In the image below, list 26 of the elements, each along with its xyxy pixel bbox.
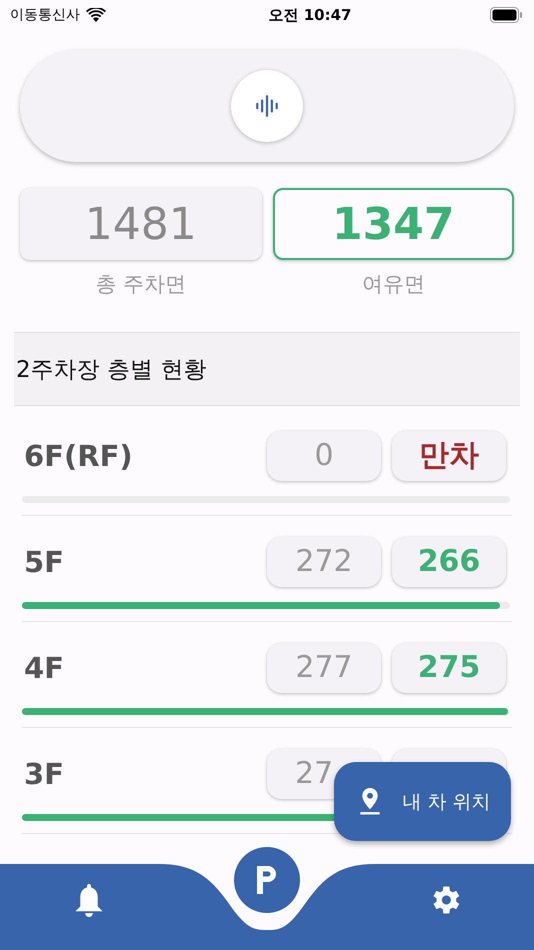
available-spaces-label: 여유면 bbox=[362, 271, 425, 298]
available-spaces-value: 1347 bbox=[272, 188, 514, 260]
location-pin-icon bbox=[360, 788, 380, 815]
status-time: 오전 10:47 bbox=[268, 6, 352, 24]
parking-p-icon bbox=[255, 864, 279, 896]
floor-name: 4F bbox=[23, 650, 65, 684]
floor-total-count: 0 bbox=[267, 430, 381, 480]
floor-available-count: 만차 bbox=[392, 430, 506, 480]
floor-total-count: 277 bbox=[267, 642, 381, 692]
floor-total-count: 272 bbox=[267, 536, 381, 586]
sound-wave-icon bbox=[254, 93, 280, 119]
wifi-icon bbox=[86, 8, 106, 22]
floor-name: 3F bbox=[23, 756, 65, 790]
section-title: 2주차장 층별 현황 bbox=[15, 356, 206, 384]
voice-button[interactable] bbox=[231, 70, 303, 142]
total-spaces-value: 1481 bbox=[20, 188, 262, 260]
floor-available-count: 266 bbox=[392, 536, 506, 586]
floor-name: 6F(RF) bbox=[23, 438, 134, 472]
parking-button[interactable] bbox=[234, 847, 300, 913]
my-car-location-button[interactable]: 내 차 위치 bbox=[334, 762, 511, 841]
notification-bell-icon[interactable] bbox=[74, 883, 104, 918]
floor-name: 5F bbox=[23, 544, 65, 578]
floor-available-count: 275 bbox=[392, 642, 506, 692]
battery-icon bbox=[490, 7, 522, 23]
carrier-name: 이동통신사 bbox=[10, 6, 80, 24]
total-spaces-label: 총 주차면 bbox=[95, 271, 186, 298]
